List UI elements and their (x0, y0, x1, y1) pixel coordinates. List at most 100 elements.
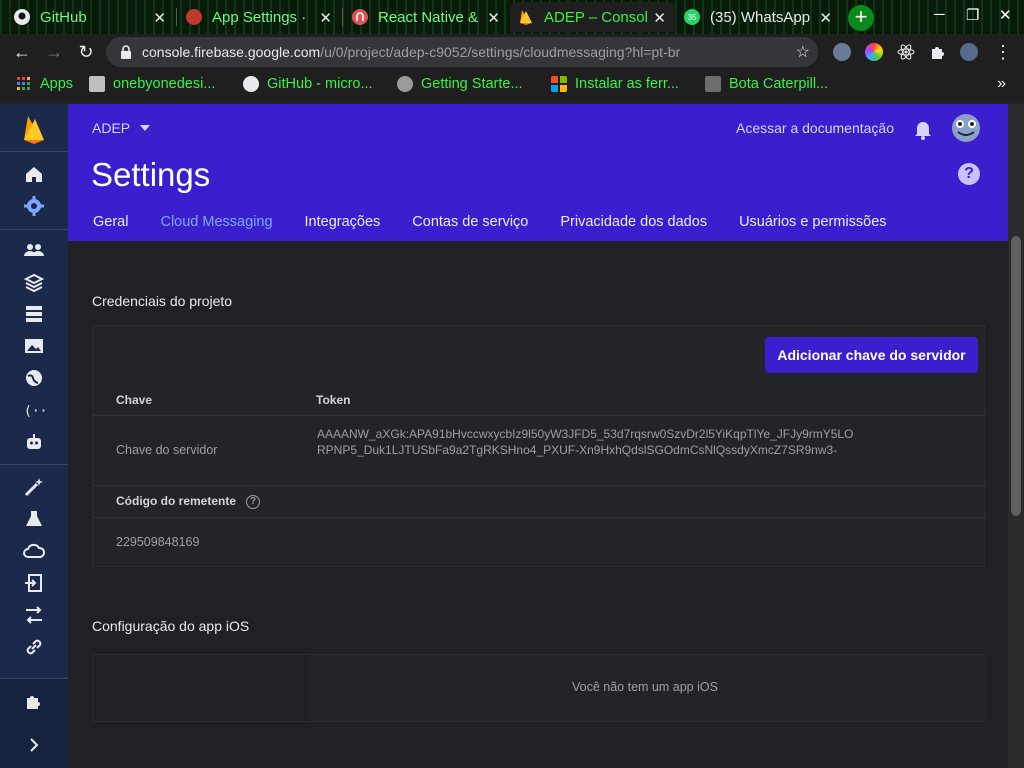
browser-tab-react-native[interactable]: React Native & ✕ (344, 2, 510, 32)
expo-icon (186, 9, 202, 25)
functions-icon[interactable]: (···) (23, 399, 45, 421)
browser-tab-github[interactable]: GitHub ✕ (6, 2, 176, 32)
column-header-token: Token (316, 393, 351, 407)
browser-tab-adep-console[interactable]: ADEP – Consol ✕ (510, 2, 676, 32)
help-circle-icon[interactable]: ? (246, 494, 261, 509)
close-icon[interactable]: ✕ (153, 9, 166, 27)
hosting-globe-icon[interactable] (23, 367, 45, 389)
account-avatar[interactable] (948, 110, 984, 144)
tab-integracoes[interactable]: Integrações (305, 214, 381, 241)
tab-divider (176, 8, 177, 26)
github-icon (14, 9, 30, 25)
ios-card: Você não tem um app iOS (92, 654, 986, 722)
bookmark-label: Bota Caterpill... (729, 76, 829, 92)
browser-tab-app-settings[interactable]: App Settings · ✕ (178, 2, 342, 32)
sender-id-value: 229509848169 (116, 535, 200, 549)
authentication-users-icon[interactable] (23, 239, 45, 261)
profile-avatar-icon[interactable] (960, 43, 978, 61)
server-key-token: AAAANW_aXGk:APA91bHvccwxycbIz9l50yW3JFD5… (317, 427, 854, 457)
tab-title: (35) WhatsApp (710, 8, 811, 26)
github-icon (243, 76, 259, 92)
restore-icon[interactable]: ❐ (966, 6, 979, 24)
tab-divider (342, 8, 343, 26)
bookmark-bota-caterpillar[interactable]: Bota Caterpill... (705, 76, 828, 92)
bookmark-label: GitHub - micro... (267, 76, 373, 92)
whatsapp-icon: 35 (684, 9, 700, 25)
react-devtools-icon[interactable] (897, 43, 915, 61)
bookmark-apps[interactable]: Apps (16, 76, 73, 92)
bookmarks-bar: Apps onebyonedesi... GitHub - micro... G… (0, 70, 1024, 100)
back-icon[interactable]: ← (11, 41, 33, 63)
extensions-puzzle-icon[interactable] (23, 690, 45, 712)
onebyone-icon (89, 76, 105, 92)
bookmark-instalar[interactable]: Instalar as ferr... (551, 76, 679, 92)
credentials-section-title: Credenciais do projeto (92, 293, 233, 309)
close-icon[interactable]: ✕ (819, 9, 832, 27)
ios-card-left-panel (93, 655, 309, 721)
rail-divider (0, 678, 68, 679)
extensions-wand-icon[interactable] (23, 476, 45, 498)
project-name: ADEP (92, 120, 131, 136)
color-picker-extension-icon[interactable] (865, 43, 883, 61)
react-native-icon (352, 9, 368, 25)
lock-icon (121, 45, 131, 59)
address-bar[interactable]: console.firebase.google.com/u/0/project/… (106, 37, 818, 67)
browser-menu-icon[interactable]: ⋮ (992, 41, 1014, 63)
tab-geral[interactable]: Geral (93, 214, 128, 241)
tab-privacidade[interactable]: Privacidade dos dados (560, 214, 707, 241)
page-scrollbar-thumb[interactable] (1011, 236, 1021, 516)
dynamic-links-icon[interactable] (23, 636, 45, 658)
firebase-icon (518, 9, 534, 25)
sender-id-label: Código do remetente? (116, 494, 261, 509)
close-icon[interactable]: ✕ (487, 9, 500, 27)
crashlytics-cloud-icon[interactable] (23, 540, 45, 562)
ab-testing-icon[interactable] (23, 604, 45, 626)
sender-id-label-text: Código do remetente (116, 494, 237, 508)
add-server-key-button[interactable]: Adicionar chave do servidor (765, 337, 978, 373)
rail-divider (0, 464, 68, 465)
more-bookmarks-icon[interactable]: » (997, 75, 1006, 93)
test-lab-flask-icon[interactable] (23, 508, 45, 530)
getting-started-icon (397, 76, 413, 92)
forward-icon[interactable]: → (43, 41, 65, 63)
home-icon[interactable] (23, 163, 45, 185)
reload-icon[interactable]: ↻ (75, 41, 97, 63)
expand-chevron-icon[interactable] (23, 734, 45, 756)
main-content: Credenciais do projeto Adicionar chave d… (68, 241, 1008, 768)
close-icon[interactable]: ✕ (653, 9, 666, 27)
bookmark-github-micro[interactable]: GitHub - micro... (243, 76, 373, 92)
project-selector[interactable]: ADEP (92, 120, 151, 136)
realtime-database-icon[interactable] (23, 303, 45, 325)
firebase-side-rail: (···) (0, 104, 68, 768)
minimize-icon[interactable]: ─ (934, 6, 945, 23)
app-distribution-icon[interactable] (23, 572, 45, 594)
tab-cloud-messaging[interactable]: Cloud Messaging (160, 214, 272, 241)
new-tab-button[interactable]: + (848, 5, 874, 31)
tab-title: React Native & (378, 8, 479, 26)
ml-robot-icon[interactable] (23, 431, 45, 453)
settings-gear-icon[interactable] (23, 195, 45, 217)
bookmark-label: Instalar as ferr... (575, 76, 679, 92)
settings-tabs: Geral Cloud Messaging Integrações Contas… (93, 214, 919, 241)
storage-image-icon[interactable] (23, 335, 45, 357)
bookmark-star-icon[interactable]: ☆ (796, 42, 810, 62)
firebase-logo-icon[interactable] (22, 114, 46, 144)
extensions-puzzle-icon[interactable] (929, 43, 947, 61)
help-icon[interactable]: ? (958, 163, 980, 185)
extension-owl-icon[interactable] (833, 43, 851, 61)
settings-header: ADEP Acessar a documentação Settings ? G… (68, 104, 1008, 241)
bookmark-getting-started[interactable]: Getting Starte... (397, 76, 523, 92)
notifications-bell-icon[interactable] (913, 118, 933, 140)
column-header-key: Chave (116, 393, 153, 407)
tab-usuarios-permissoes[interactable]: Usuários e permissões (739, 214, 886, 241)
rail-divider (0, 151, 68, 152)
window-close-icon[interactable]: ✕ (999, 6, 1012, 24)
close-icon[interactable]: ✕ (319, 9, 332, 27)
browser-tab-whatsapp[interactable]: 35 (35) WhatsApp ✕ (676, 2, 842, 32)
microsoft-icon (551, 76, 567, 92)
documentation-link[interactable]: Acessar a documentação (736, 120, 894, 136)
apps-grid-icon (17, 77, 30, 90)
bookmark-onebyone[interactable]: onebyonedesi... (89, 76, 215, 92)
firestore-icon[interactable] (23, 271, 45, 293)
tab-contas-de-servico[interactable]: Contas de serviço (412, 214, 528, 241)
